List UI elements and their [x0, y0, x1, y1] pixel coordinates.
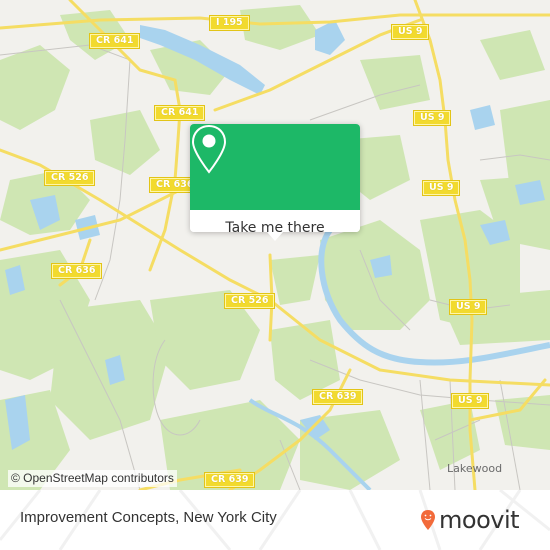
destination-popup[interactable]: Take me there	[190, 124, 360, 241]
road-shield-i195: I 195	[209, 15, 250, 31]
road-shield-cr641: CR 641	[88, 33, 141, 49]
road-shield-cr526: CR 526	[223, 293, 276, 309]
road-shield-cr639: CR 639	[311, 389, 364, 405]
road-shield-cr639: CR 639	[203, 472, 256, 488]
road-shield-us9: US 9	[450, 393, 490, 409]
popup-header	[190, 124, 360, 210]
location-title: Improvement Concepts, New York City	[20, 509, 277, 526]
road-shield-cr526: CR 526	[43, 170, 96, 186]
moovit-logo[interactable]: moovit	[420, 502, 520, 538]
place-label-lakewood: Lakewood	[447, 462, 503, 475]
map-tiles	[0, 0, 550, 490]
road-shield-cr636: CR 636	[50, 263, 103, 279]
popup-pointer	[267, 232, 283, 241]
forest-areas	[0, 5, 550, 490]
moovit-logo-icon	[421, 510, 435, 530]
road-shield-us9: US 9	[390, 24, 430, 40]
road-shield-us9: US 9	[421, 180, 461, 196]
road-shield-us9: US 9	[448, 299, 488, 315]
road-shield-us9: US 9	[412, 110, 452, 126]
footer-bar: Improvement Concepts, New York City moov…	[0, 490, 550, 550]
map-view[interactable]: I 195 CR 641 CR 641 CR 526 CR 636 CR 636…	[0, 0, 550, 490]
moovit-wordmark: moovit	[439, 506, 520, 534]
road-shield-cr641: CR 641	[153, 105, 206, 121]
map-pin-icon	[191, 124, 227, 174]
map-attribution[interactable]: © OpenStreetMap contributors	[8, 470, 177, 487]
